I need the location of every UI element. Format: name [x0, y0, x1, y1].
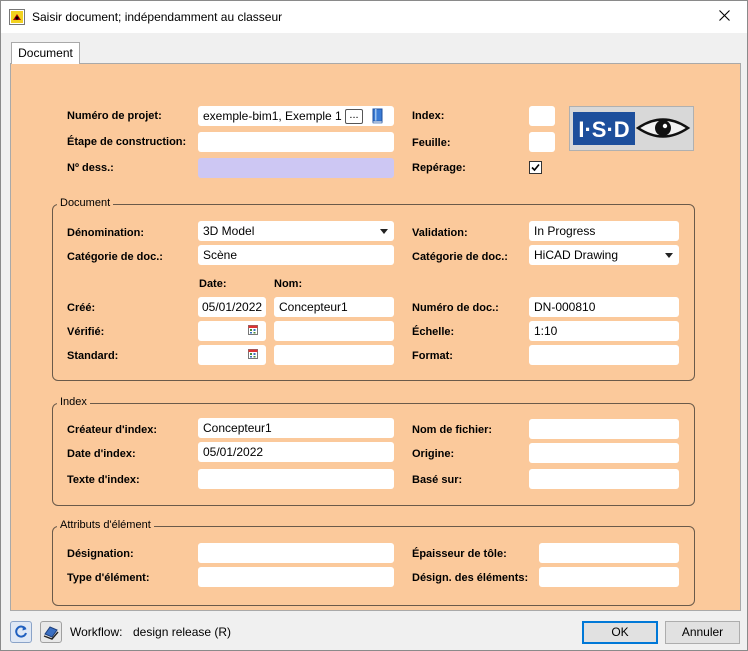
- drawing-number-label: Nº dess.:: [67, 162, 114, 174]
- scale-field[interactable]: 1:10: [529, 321, 679, 341]
- tab-document[interactable]: Document: [11, 42, 80, 64]
- index-creator-label: Créateur d'index:: [67, 424, 158, 436]
- dialog-window: Saisir document; indépendamment au class…: [0, 0, 748, 651]
- element-designation-label: Désign. des éléments:: [412, 572, 529, 584]
- standard-label: Standard:: [67, 350, 119, 362]
- filename-label: Nom de fichier:: [412, 424, 493, 436]
- element-type-label: Type d'élément:: [67, 572, 150, 584]
- based-on-field[interactable]: [529, 469, 679, 489]
- element-designation-field[interactable]: [539, 567, 679, 587]
- index-field[interactable]: [529, 106, 555, 126]
- chevron-down-icon: [380, 229, 388, 234]
- validation-field[interactable]: In Progress: [529, 221, 679, 241]
- scale-label: Échelle:: [412, 326, 455, 338]
- doc-category-label: Catégorie de doc.:: [67, 251, 163, 263]
- filename-field[interactable]: [529, 419, 679, 439]
- stamp-button[interactable]: [40, 621, 62, 643]
- marking-checkbox[interactable]: [529, 161, 542, 174]
- refresh-icon: [15, 625, 27, 638]
- validation-label: Validation:: [412, 227, 468, 239]
- standard-name-field[interactable]: [274, 345, 394, 365]
- book-icon[interactable]: [372, 108, 384, 124]
- calendar-icon[interactable]: [248, 325, 258, 335]
- verified-name-field[interactable]: [274, 321, 394, 341]
- origin-field[interactable]: [529, 443, 679, 463]
- marking-label: Repérage:: [412, 162, 466, 174]
- title-bar: Saisir document; indépendamment au class…: [1, 1, 747, 33]
- workflow-value: design release (R): [133, 625, 232, 639]
- sheet-field[interactable]: [529, 132, 555, 152]
- close-button[interactable]: [701, 1, 747, 32]
- refresh-button[interactable]: [10, 621, 32, 643]
- drawing-number-field[interactable]: [198, 158, 394, 178]
- standard-date-field[interactable]: [198, 345, 266, 365]
- index-text-label: Texte d'index:: [67, 474, 140, 486]
- logo-text: I·S·D: [578, 117, 629, 142]
- document-group-title: Document: [57, 197, 114, 209]
- index-text-field[interactable]: [198, 469, 394, 489]
- construction-stage-field[interactable]: [198, 132, 394, 152]
- origin-label: Origine:: [412, 448, 455, 460]
- cancel-button[interactable]: Annuler: [665, 621, 740, 644]
- element-type-field[interactable]: [198, 567, 394, 587]
- based-on-label: Basé sur:: [412, 474, 463, 486]
- index-group-title: Index: [57, 396, 90, 408]
- workflow-label: Workflow:: [70, 625, 123, 639]
- doc-category2-dropdown[interactable]: HiCAD Drawing: [529, 245, 679, 265]
- verified-label: Vérifié:: [67, 326, 105, 338]
- created-name-field[interactable]: Concepteur1: [274, 297, 394, 317]
- hicad-app-icon: [9, 9, 25, 25]
- verified-date-field[interactable]: [198, 321, 266, 341]
- close-icon: [718, 9, 730, 24]
- denomination-value: 3D Model: [203, 224, 255, 238]
- project-number-field[interactable]: exemple-bim1, Exemple 1: [198, 106, 394, 126]
- isd-logo: I·S·D: [569, 106, 694, 151]
- sheet-thickness-label: Épaisseur de tôle:: [412, 548, 507, 560]
- calendar-icon[interactable]: [248, 349, 258, 359]
- chevron-down-icon: [665, 253, 673, 258]
- sheet-label: Feuille:: [412, 137, 451, 149]
- document-panel: Numéro de projet: exemple-bim1, Exemple …: [10, 63, 741, 611]
- window-title: Saisir document; indépendamment au class…: [32, 10, 283, 24]
- index-date-label: Date d'index:: [67, 448, 136, 460]
- project-number-value: exemple-bim1, Exemple 1: [203, 109, 342, 123]
- ok-button[interactable]: OK: [582, 621, 658, 644]
- doc-number-field[interactable]: DN-000810: [529, 297, 679, 317]
- browse-project-button[interactable]: ...: [345, 109, 363, 124]
- doc-category2-label: Catégorie de doc.:: [412, 251, 508, 263]
- project-number-label: Numéro de projet:: [67, 110, 162, 122]
- index-creator-field[interactable]: Concepteur1: [198, 418, 394, 438]
- doc-number-label: Numéro de doc.:: [412, 302, 499, 314]
- designation-label: Désignation:: [67, 548, 134, 560]
- sheet-thickness-field[interactable]: [539, 543, 679, 563]
- date-column-header: Date:: [199, 278, 227, 290]
- denomination-dropdown[interactable]: 3D Model: [198, 221, 394, 241]
- format-field[interactable]: [529, 345, 679, 365]
- stamp-icon: [43, 626, 59, 640]
- doc-category2-value: HiCAD Drawing: [534, 248, 619, 262]
- created-date-field[interactable]: 05/01/2022: [198, 297, 266, 317]
- designation-field[interactable]: [198, 543, 394, 563]
- index-date-field[interactable]: 05/01/2022: [198, 442, 394, 462]
- denomination-label: Dénomination:: [67, 227, 144, 239]
- element-attributes-group: [52, 526, 695, 606]
- name-column-header: Nom:: [274, 278, 303, 290]
- doc-category-field[interactable]: Scène: [198, 245, 394, 265]
- element-attributes-group-title: Attributs d'élément: [57, 519, 154, 531]
- checkmark-icon: [531, 163, 540, 172]
- format-label: Format:: [412, 350, 453, 362]
- index-label: Index:: [412, 110, 445, 122]
- created-label: Créé:: [67, 302, 96, 314]
- construction-stage-label: Étape de construction:: [67, 136, 187, 148]
